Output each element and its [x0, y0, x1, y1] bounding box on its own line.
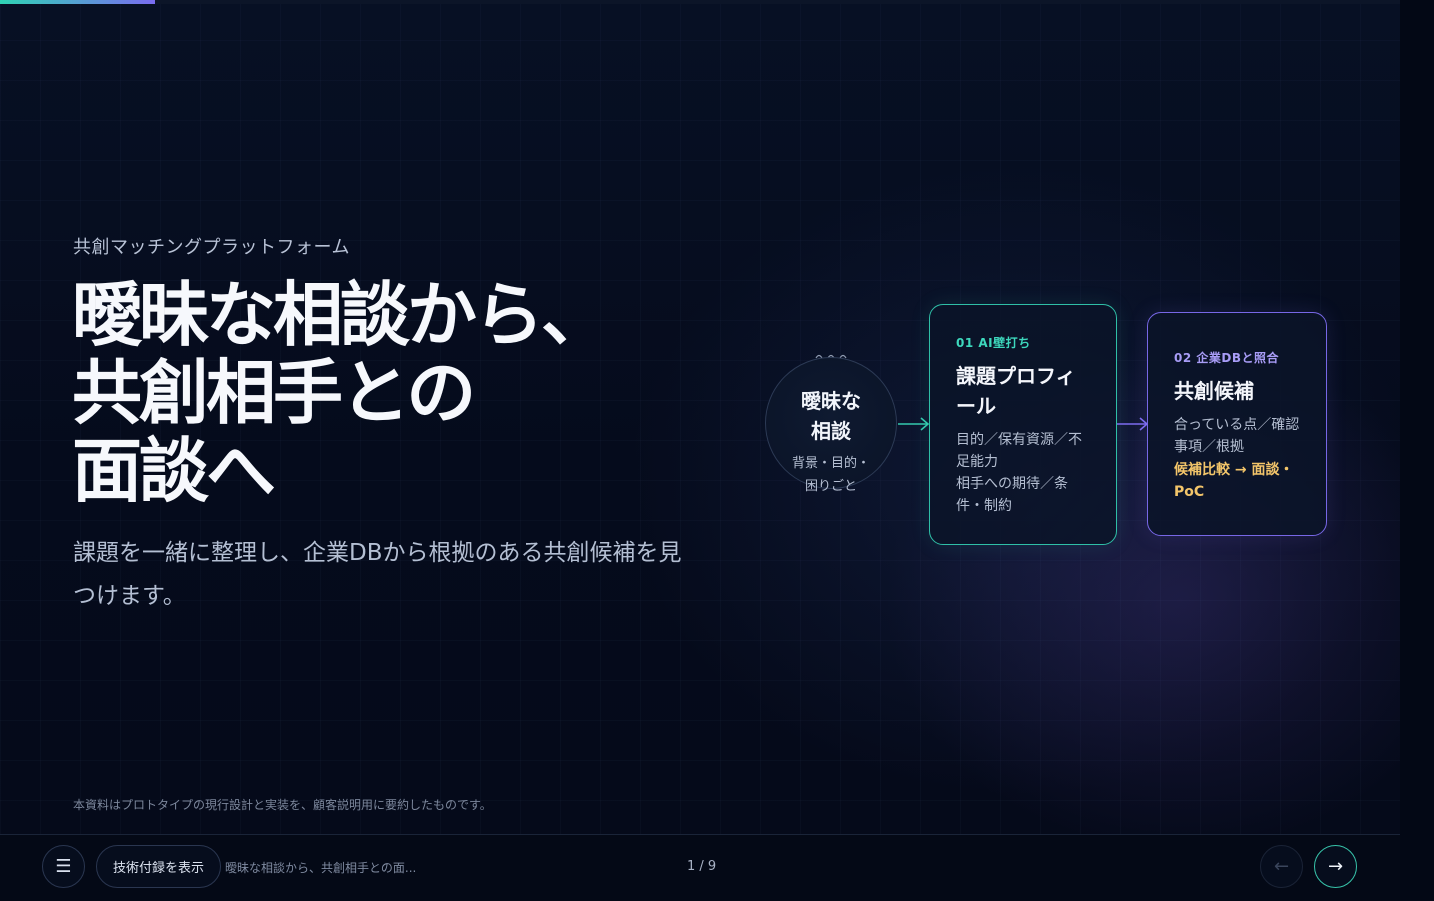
prev-slide-button[interactable]: ←	[1260, 845, 1303, 888]
start-node-subtitle-line: 困りごと	[804, 479, 857, 494]
step-card-company-db: 02 企業DBと照合 共創候補 合っている点／確認事項／根拠 候補比較 → 面談…	[1147, 312, 1327, 536]
step-highlight: 候補比較 → 面談・PoC	[1174, 462, 1294, 500]
hero-title-line: 共創相手との	[72, 352, 476, 434]
start-node-title: 曖昧な 相談	[766, 386, 896, 446]
step-label: 01 AI壁打ち	[956, 336, 1031, 350]
arrow-right-icon: →	[1327, 856, 1344, 877]
step-body: 目的／保有資源／不足能力 相手への期待／条件・制約	[956, 429, 1090, 517]
start-node-title-line: 曖昧な	[801, 389, 861, 413]
step-body: 合っている点／確認事項／根拠	[1174, 417, 1300, 455]
step-card-ai-consult: 01 AI壁打ち 課題プロフィール 目的／保有資源／不足能力 相手への期待／条件…	[929, 304, 1117, 545]
start-node-subtitle: 背景・目的・ 困りごと	[766, 452, 896, 498]
page-indicator: 1 / 9	[687, 859, 717, 874]
step-title: 共創候補	[1174, 379, 1254, 403]
start-node-title-line: 相談	[811, 419, 851, 443]
progress-fill	[0, 0, 156, 4]
arrow-left-icon: ←	[1273, 856, 1290, 877]
arrow-right-icon	[898, 417, 930, 431]
start-node: 曖昧な 相談 背景・目的・ 困りごと	[765, 357, 897, 494]
eyebrow-label: 共創マッチングプラットフォーム	[73, 237, 350, 258]
step-title: 課題プロフィール	[956, 364, 1076, 418]
menu-icon: ☰	[55, 856, 72, 877]
step-body-line: 目的／保有資源／不足能力	[956, 432, 1082, 470]
slide: 共創マッチングプラットフォーム 曖昧な相談から、 共創相手との 面談へ 課題を一…	[0, 0, 1400, 834]
next-slide-button[interactable]: →	[1314, 845, 1357, 888]
hero-title-line: 曖昧な相談から、	[72, 274, 611, 356]
menu-button[interactable]: ☰	[42, 845, 85, 888]
start-node-subtitle-line: 背景・目的・	[791, 456, 870, 471]
slide-title-breadcrumb: 曖昧な相談から、共創相手との面...	[225, 861, 417, 875]
hero-title-line: 面談へ	[72, 430, 276, 512]
show-appendix-button[interactable]: 技術付録を表示	[96, 845, 222, 888]
step-body-line: 相手への期待／条件・制約	[956, 476, 1068, 514]
footnote: 本資料はプロトタイプの現行設計と実装を、顧客説明用に要約したものです。	[73, 798, 492, 812]
hero-subtitle: 課題を一緒に整理し、企業DBから根拠のある共創候補を見つけます。	[73, 540, 682, 609]
step-label: 02 企業DBと照合	[1174, 351, 1279, 365]
right-gutter	[1400, 0, 1434, 900]
progress-track	[0, 0, 1400, 4]
arrow-right-icon	[1117, 417, 1149, 431]
hero-title: 曖昧な相談から、 共創相手との 面談へ	[72, 274, 611, 512]
